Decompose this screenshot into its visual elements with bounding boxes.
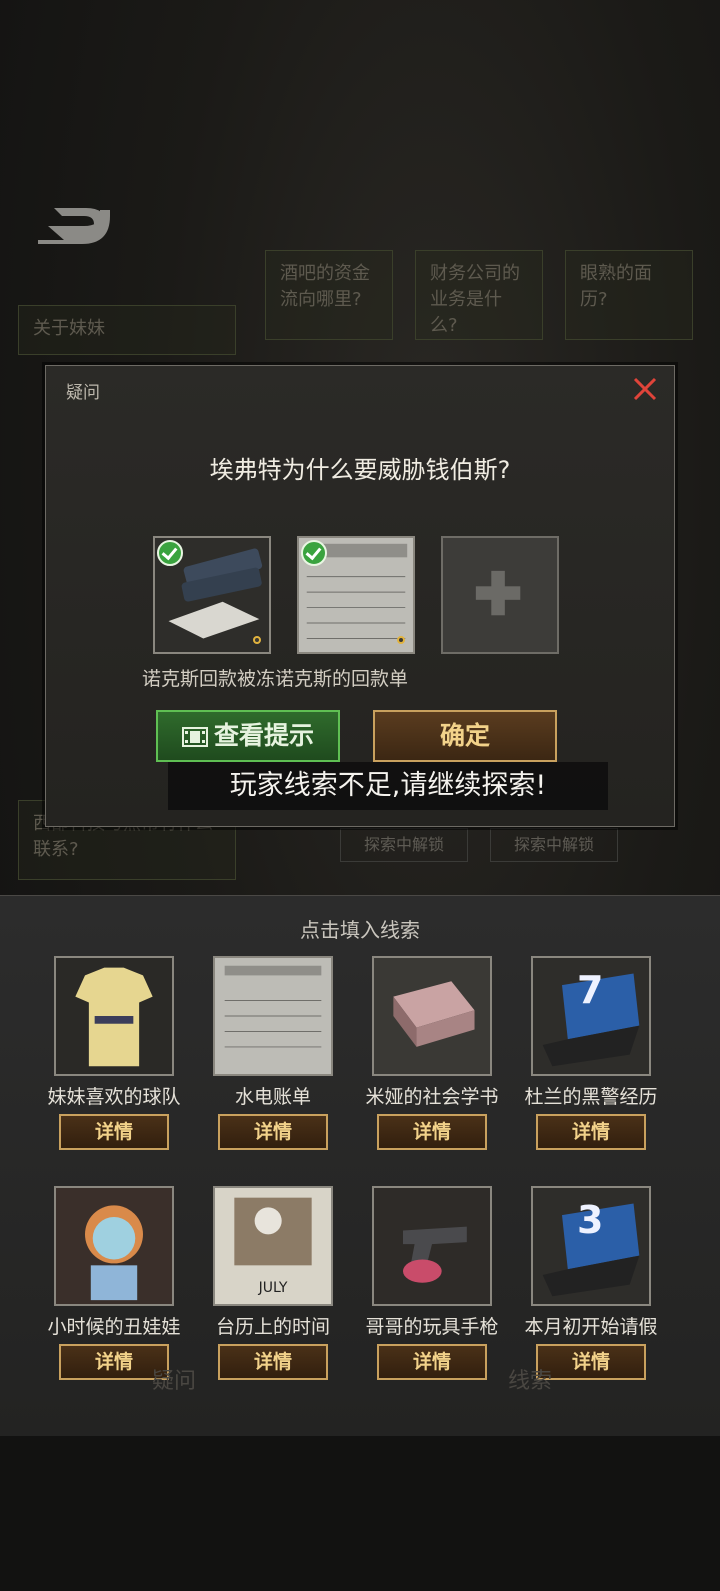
view-hint-button[interactable]: 查看提示 (156, 710, 340, 762)
detail-button[interactable]: 详情 (377, 1114, 487, 1150)
bottom-area (0, 1436, 720, 1591)
bg-card-2: 财务公司的业务是什么? (415, 250, 543, 340)
panel-title: 点击填入线索 (300, 918, 420, 942)
question-text: 埃弗特为什么要威胁钱伯斯? (209, 456, 511, 484)
clue-name: 妹妹喜欢的球队 (47, 1086, 181, 1108)
clue-image (54, 1186, 174, 1306)
clue-gear-icon (397, 636, 405, 644)
clue-name: 米娅的社会学书 (365, 1086, 499, 1108)
clue-image (54, 956, 174, 1076)
doll-image (56, 1188, 172, 1304)
clue-slot-1[interactable] (153, 536, 271, 654)
detail-button[interactable]: 详情 (536, 1114, 646, 1150)
clue-name: 杜兰的黑警经历 (524, 1086, 658, 1108)
clue-name: 台历上的时间 (215, 1316, 330, 1338)
nav-questions[interactable]: 疑问 (152, 1363, 196, 1395)
back-arrow-icon (38, 208, 110, 244)
clue-slot-2[interactable] (297, 536, 415, 654)
plus-icon (475, 570, 521, 616)
back-button[interactable] (34, 204, 114, 248)
check-icon (301, 540, 327, 566)
view-hint-label: 查看提示 (213, 721, 314, 750)
check-icon (157, 540, 183, 566)
toast-message: 玩家线索不足,请继续探索! (168, 762, 608, 810)
bg-card-sister: 关于妹妹 (18, 305, 236, 355)
question-dialog: 疑问 埃弗特为什么要威胁钱伯斯? 诺克斯回款被冻诺克斯的回款单 查看提示 确定 … (45, 365, 675, 827)
clue-badge-number: 7 (577, 968, 604, 1012)
bg-lock-button-2: 探索中解锁 (490, 828, 618, 862)
slot-caption: 诺克斯回款被冻诺克斯的回款单 (142, 668, 409, 690)
clue-slot-empty[interactable] (441, 536, 559, 654)
book-image (374, 958, 490, 1074)
clue-badge-number: 3 (577, 1198, 604, 1242)
detail-button[interactable]: 详情 (218, 1114, 328, 1150)
detail-button[interactable]: 详情 (377, 1344, 487, 1380)
bg-card-1: 酒吧的资金流向哪里? (265, 250, 393, 340)
clue-name: 哥哥的玩具手枪 (365, 1316, 499, 1338)
bg-lock-button-1: 探索中解锁 (340, 828, 468, 862)
film-icon (181, 727, 208, 747)
close-icon[interactable] (630, 374, 660, 404)
clue-name: 水电账单 (234, 1086, 311, 1108)
clue-image (213, 956, 333, 1076)
clue-image (372, 956, 492, 1076)
utility-bill-image (215, 958, 331, 1074)
clue-name: 小时候的丑娃娃 (47, 1316, 181, 1338)
confirm-button[interactable]: 确定 (373, 710, 557, 762)
clue-image: 7 (531, 956, 651, 1076)
clue-image: JULY (213, 1186, 333, 1306)
jersey-image (56, 958, 172, 1074)
clue-image (372, 1186, 492, 1306)
detail-button[interactable]: 详情 (218, 1344, 328, 1380)
clue-panel: 点击填入线索 妹妹喜欢的球队 详情 水电账单 详情 米娅的社会学书 详情 7 杜… (0, 895, 720, 1436)
clue-name: 本月初开始请假 (524, 1316, 658, 1338)
dialog-title: 疑问 (66, 383, 100, 403)
clue-gear-icon (253, 636, 261, 644)
detail-button[interactable]: 详情 (59, 1114, 169, 1150)
calendar-month: JULY (258, 1280, 288, 1296)
detail-button[interactable]: 详情 (536, 1344, 646, 1380)
bg-card-3: 眼熟的面历? (565, 250, 693, 340)
clue-image: 3 (531, 1186, 651, 1306)
nav-clues[interactable]: 线索 (508, 1363, 552, 1395)
toy-gun-image (374, 1188, 490, 1304)
